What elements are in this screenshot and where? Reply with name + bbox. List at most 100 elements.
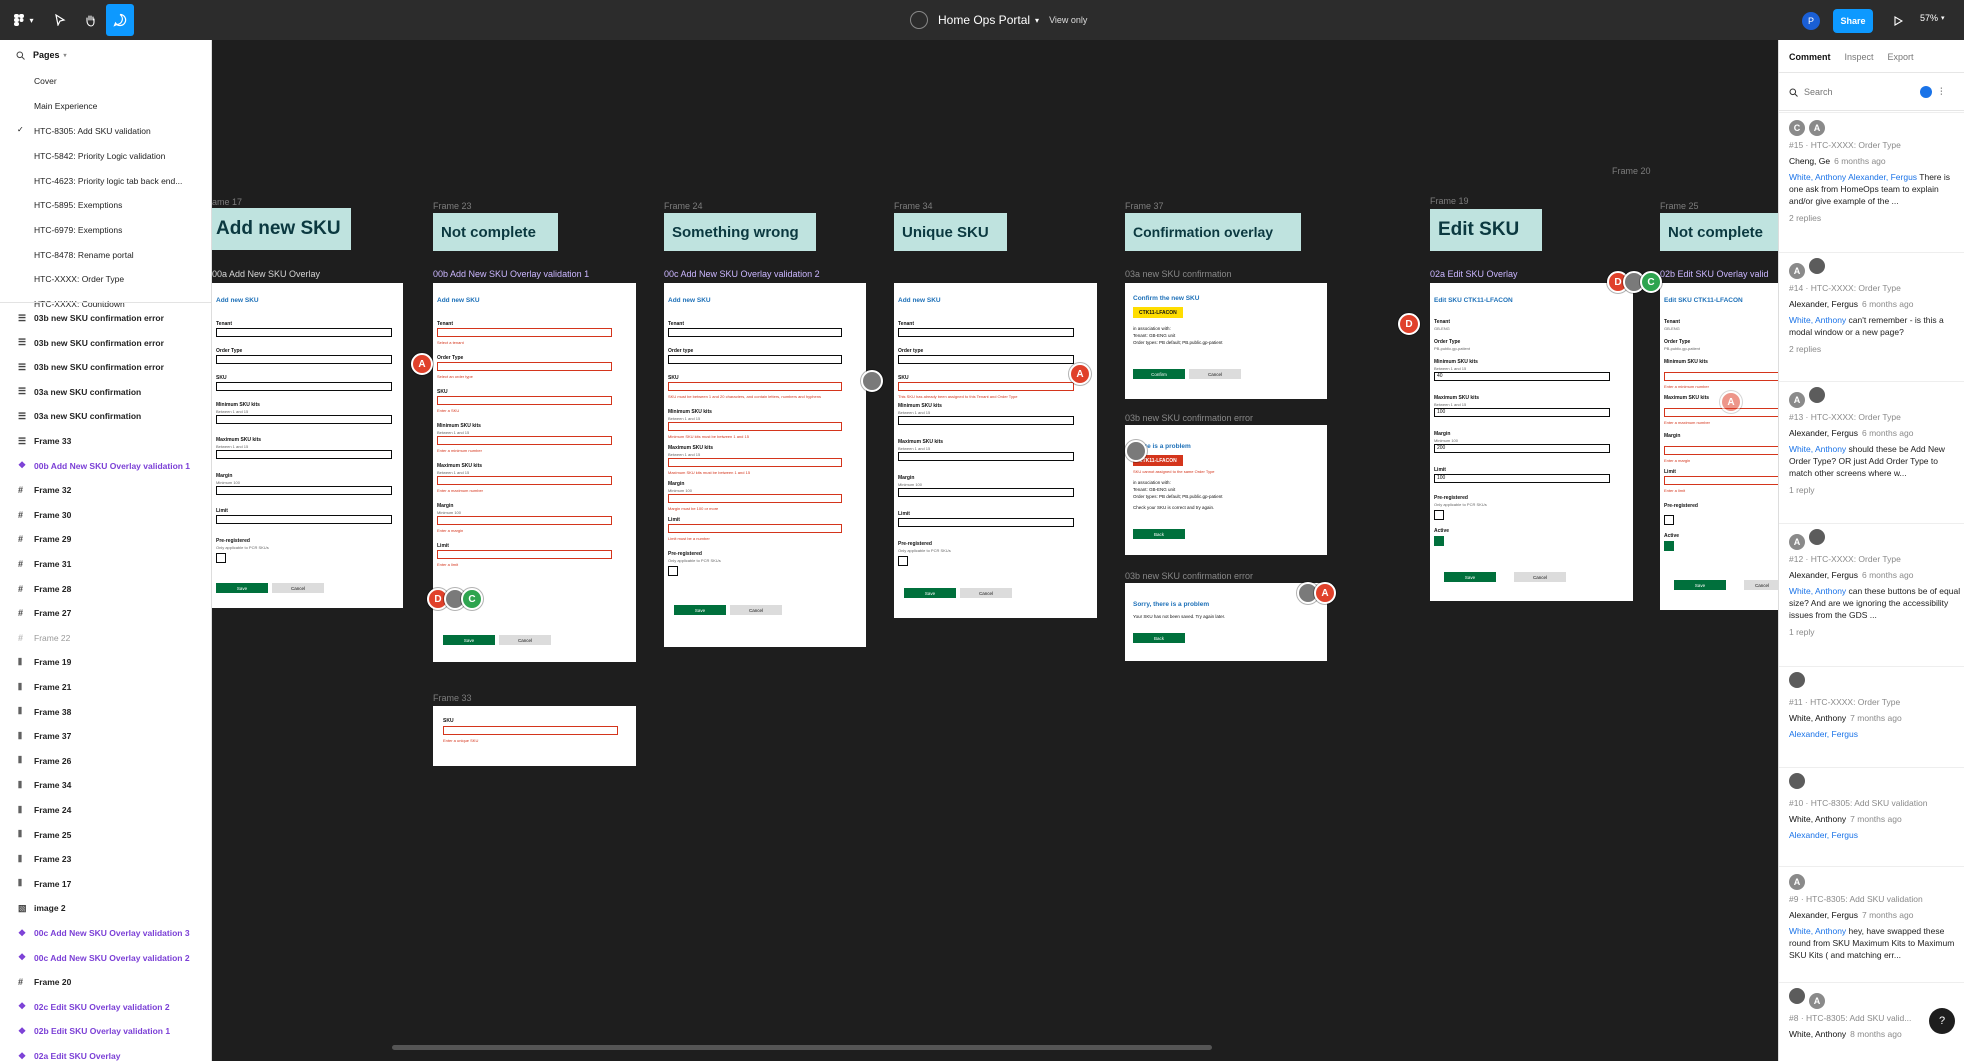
section-banner[interactable]: Something wrong: [664, 213, 816, 251]
sku-input[interactable]: [898, 382, 1074, 391]
tenant-select[interactable]: [668, 328, 842, 337]
search-input[interactable]: [1804, 87, 1914, 97]
comment-mention[interactable]: White, Anthony: [1789, 315, 1846, 325]
preregistered-checkbox[interactable]: [1434, 510, 1444, 520]
settings-sliders-icon[interactable]: ⫶: [1940, 87, 1943, 98]
margin-input[interactable]: [437, 516, 612, 525]
layer-item[interactable]: # Frame 32: [18, 482, 208, 498]
layer-item[interactable]: ☰ 03a new SKU confirmation: [18, 408, 208, 424]
comment-mention[interactable]: Alexander, Fergus: [1789, 729, 1858, 739]
preregistered-checkbox[interactable]: [668, 566, 678, 576]
comment-pin[interactable]: A: [1069, 363, 1091, 385]
back-button[interactable]: Back: [1133, 529, 1185, 539]
reply-count[interactable]: 1 reply: [1789, 627, 1961, 637]
page-item[interactable]: HTC-4623: Priority logic tab back end...: [0, 172, 211, 190]
save-button[interactable]: Save: [1674, 580, 1726, 590]
layer-item[interactable]: ☰ 03b new SKU confirmation error: [18, 335, 208, 351]
present-button[interactable]: [1888, 9, 1908, 33]
main-menu-button[interactable]: ▾: [8, 4, 38, 36]
limit-input[interactable]: [898, 518, 1074, 527]
order-type-select[interactable]: [668, 355, 842, 364]
max-kits-input[interactable]: 100: [1434, 408, 1610, 417]
back-button[interactable]: Back: [1133, 633, 1185, 643]
cancel-button[interactable]: Cancel: [1514, 572, 1566, 582]
zoom-dropdown[interactable]: 57% ▾: [1920, 13, 1945, 23]
cancel-button[interactable]: Cancel: [1189, 369, 1241, 379]
comment-tool-button[interactable]: [106, 4, 134, 36]
layer-item[interactable]: ⦀ Frame 21: [18, 679, 208, 695]
max-kits-input[interactable]: [668, 458, 842, 467]
limit-input[interactable]: [216, 515, 392, 524]
limit-input[interactable]: [1664, 476, 1778, 485]
page-item[interactable]: HTC-5895: Exemptions: [0, 196, 211, 214]
sku-input[interactable]: [443, 726, 618, 735]
save-button[interactable]: Save: [904, 588, 956, 598]
tenant-select[interactable]: [437, 328, 612, 337]
comment-pin-avatar[interactable]: [1125, 440, 1147, 462]
min-kits-input[interactable]: [216, 415, 392, 424]
comment-thread[interactable]: A #14 · HTC-XXXX: Order Type Alexander, Fe…: [1789, 258, 1961, 354]
min-kits-input[interactable]: [1664, 372, 1778, 381]
frame-add-sku[interactable]: Add new SKU Tenant Order Type SKU Minimu…: [212, 283, 403, 608]
tab-comment[interactable]: Comment: [1789, 52, 1831, 62]
layer-item[interactable]: ⦀ Frame 37: [18, 728, 208, 744]
comment-pin[interactable]: D: [1398, 313, 1420, 335]
save-button[interactable]: Save: [1444, 572, 1496, 582]
frame-confirm-problem[interactable]: There is a problem CTK11-LFACON SKU cann…: [1125, 425, 1327, 555]
order-type-select[interactable]: [216, 355, 392, 364]
tab-inspect[interactable]: Inspect: [1845, 52, 1874, 62]
layer-item[interactable]: # Frame 30: [18, 507, 208, 523]
frame-33[interactable]: SKU Enter a unique SKU: [433, 706, 636, 766]
margin-input[interactable]: [668, 494, 842, 503]
frame-edit-sku[interactable]: Edit SKU CTK11-LFACON Tenant GB-ENG Orde…: [1430, 283, 1633, 601]
limit-input[interactable]: [437, 550, 612, 559]
cancel-button[interactable]: Cancel: [272, 583, 324, 593]
page-item[interactable]: HTC-6979: Exemptions: [0, 221, 211, 239]
margin-input[interactable]: [898, 488, 1074, 497]
layer-item[interactable]: # Frame 31: [18, 556, 208, 572]
layer-item[interactable]: # Frame 29: [18, 531, 208, 547]
page-item[interactable]: ✓ HTC-8305: Add SKU validation: [0, 122, 211, 140]
comment-pin[interactable]: C: [461, 588, 483, 610]
order-type-select[interactable]: [898, 355, 1074, 364]
layer-item[interactable]: ⦀ Frame 17: [18, 876, 208, 892]
comment-mention[interactable]: White, Anthony: [1789, 586, 1846, 596]
comment-thread[interactable]: A #12 · HTC-XXXX: Order Type Alexander, Fe…: [1789, 529, 1961, 637]
save-button[interactable]: Save: [674, 605, 726, 615]
margin-input[interactable]: [216, 486, 392, 495]
preregistered-checkbox[interactable]: [898, 556, 908, 566]
layer-item[interactable]: ⦀ Frame 34: [18, 777, 208, 793]
layer-item[interactable]: ❖ 02a Edit SKU Overlay: [18, 1048, 208, 1061]
preregistered-checkbox[interactable]: [1664, 515, 1674, 525]
margin-input[interactable]: [1664, 446, 1778, 455]
comment-mention[interactable]: Alexander, Fergus: [1789, 830, 1858, 840]
save-button[interactable]: Save: [216, 583, 268, 593]
max-kits-input[interactable]: [1664, 408, 1778, 417]
page-item[interactable]: HTC-XXXX: Order Type: [0, 270, 211, 288]
page-item[interactable]: Main Experience: [0, 97, 211, 115]
comment-thread[interactable]: #11 · HTC-XXXX: Order Type White, Anthony…: [1789, 672, 1961, 740]
cancel-button[interactable]: Cancel: [1744, 580, 1778, 590]
min-kits-input[interactable]: [898, 416, 1074, 425]
cancel-button[interactable]: Cancel: [499, 635, 551, 645]
comment-mention[interactable]: White, Anthony: [1789, 926, 1846, 936]
reply-count[interactable]: 2 replies: [1789, 213, 1961, 223]
section-banner[interactable]: Unique SKU: [894, 213, 1007, 251]
tab-export[interactable]: Export: [1888, 52, 1914, 62]
section-banner[interactable]: Not complete: [1660, 213, 1778, 251]
section-banner[interactable]: Confirmation overlay: [1125, 213, 1301, 251]
section-banner[interactable]: Edit SKU: [1430, 209, 1542, 251]
order-type-select[interactable]: [437, 362, 612, 371]
layer-item[interactable]: ☰ 03b new SKU confirmation error: [18, 359, 208, 375]
comment-search[interactable]: ⫶: [1789, 82, 1957, 102]
layer-item[interactable]: ⦀ Frame 19: [18, 654, 208, 670]
confirm-button[interactable]: Confirm: [1133, 369, 1185, 379]
sku-input[interactable]: [437, 396, 612, 405]
max-kits-input[interactable]: [437, 476, 612, 485]
page-item[interactable]: HTC-5842: Priority Logic validation: [0, 147, 211, 165]
hand-tool-button[interactable]: [78, 4, 102, 36]
comment-mention[interactable]: White, Anthony: [1789, 444, 1846, 454]
tenant-select[interactable]: [216, 328, 392, 337]
layer-item[interactable]: # Frame 22: [18, 630, 208, 646]
min-kits-input[interactable]: [668, 422, 842, 431]
